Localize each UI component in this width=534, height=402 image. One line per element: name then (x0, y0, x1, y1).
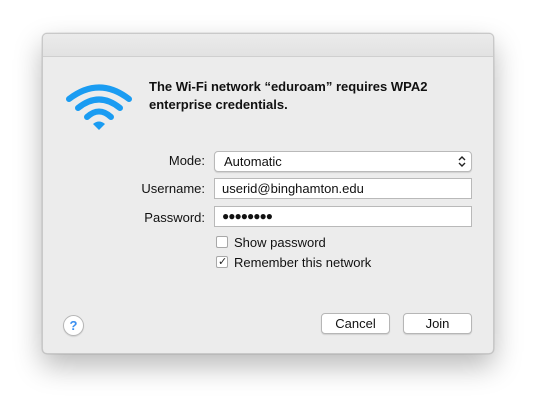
remember-network-checkbox[interactable]: ✓ (216, 255, 228, 268)
show-password-label: Show password (234, 235, 326, 250)
wifi-credentials-dialog: The Wi-Fi network “eduroam” requires WPA… (42, 33, 494, 354)
chevron-up-down-icon (458, 156, 466, 167)
join-button[interactable]: Join (403, 313, 472, 334)
mode-popup[interactable]: Automatic (214, 151, 472, 172)
wifi-icon (66, 84, 132, 130)
username-label: Username: (141, 181, 205, 196)
show-password-checkbox[interactable] (216, 236, 228, 248)
mode-value: Automatic (224, 154, 282, 169)
remember-network-label: Remember this network (234, 255, 372, 270)
help-button[interactable]: ? (63, 315, 84, 336)
password-field[interactable]: ●●●●●●●● (214, 206, 472, 227)
password-label: Password: (144, 210, 205, 225)
username-field[interactable]: userid@binghamton.edu (214, 178, 472, 199)
checkmark-icon: ✓ (218, 255, 228, 268)
window-titlebar[interactable] (43, 34, 493, 57)
dialog-message: The Wi-Fi network “eduroam” requires WPA… (149, 79, 428, 112)
cancel-button[interactable]: Cancel (321, 313, 390, 334)
mode-label: Mode: (168, 153, 205, 168)
